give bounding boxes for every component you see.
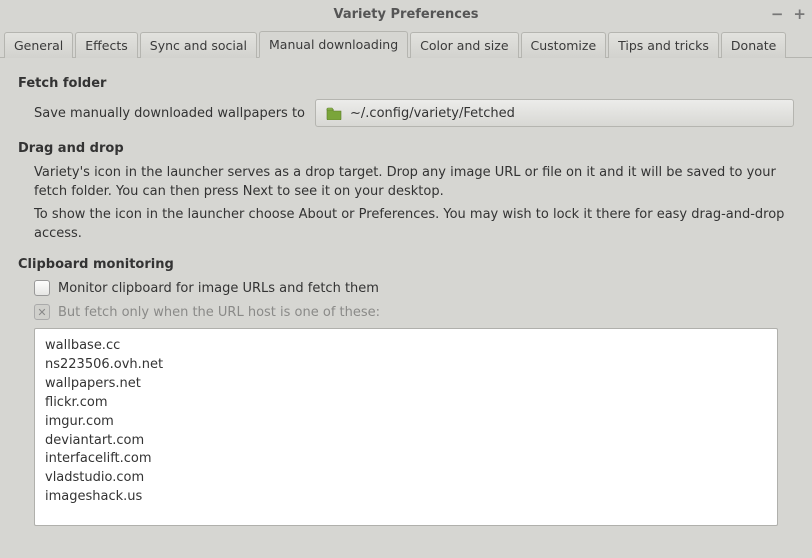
tab-manual-downloading[interactable]: Manual downloading bbox=[259, 31, 408, 58]
tab-general[interactable]: General bbox=[4, 32, 73, 58]
filter-hosts-label: But fetch only when the URL host is one … bbox=[58, 305, 380, 320]
section-fetch-folder: Fetch folder bbox=[18, 76, 794, 91]
section-clipboard-monitoring: Clipboard monitoring bbox=[18, 257, 794, 272]
folder-icon bbox=[326, 106, 342, 120]
fetch-folder-path: ~/.config/variety/Fetched bbox=[350, 106, 515, 121]
window-title: Variety Preferences bbox=[334, 7, 479, 22]
tab-color-and-size[interactable]: Color and size bbox=[410, 32, 518, 58]
tab-customize[interactable]: Customize bbox=[521, 32, 607, 58]
tab-bar: General Effects Sync and social Manual d… bbox=[0, 28, 812, 58]
monitor-clipboard-checkbox[interactable] bbox=[34, 280, 50, 296]
tab-effects[interactable]: Effects bbox=[75, 32, 138, 58]
section-drag-and-drop: Drag and drop bbox=[18, 141, 794, 156]
tab-tips-and-tricks[interactable]: Tips and tricks bbox=[608, 32, 719, 58]
fetch-folder-chooser[interactable]: ~/.config/variety/Fetched bbox=[315, 99, 794, 127]
drag-drop-text-2: To show the icon in the launcher choose … bbox=[34, 206, 794, 244]
maximize-icon[interactable]: + bbox=[793, 5, 806, 23]
minimize-icon[interactable]: − bbox=[771, 5, 784, 23]
hosts-textarea[interactable] bbox=[34, 328, 778, 526]
tab-sync-and-social[interactable]: Sync and social bbox=[140, 32, 257, 58]
monitor-clipboard-label: Monitor clipboard for image URLs and fet… bbox=[58, 281, 379, 296]
tab-donate[interactable]: Donate bbox=[721, 32, 786, 58]
save-folder-label: Save manually downloaded wallpapers to bbox=[34, 106, 305, 121]
filter-hosts-checkbox: ✕ bbox=[34, 304, 50, 320]
tab-content: Fetch folder Save manually downloaded wa… bbox=[0, 58, 812, 548]
titlebar: Variety Preferences − + bbox=[0, 0, 812, 28]
drag-drop-text-1: Variety's icon in the launcher serves as… bbox=[34, 164, 794, 202]
